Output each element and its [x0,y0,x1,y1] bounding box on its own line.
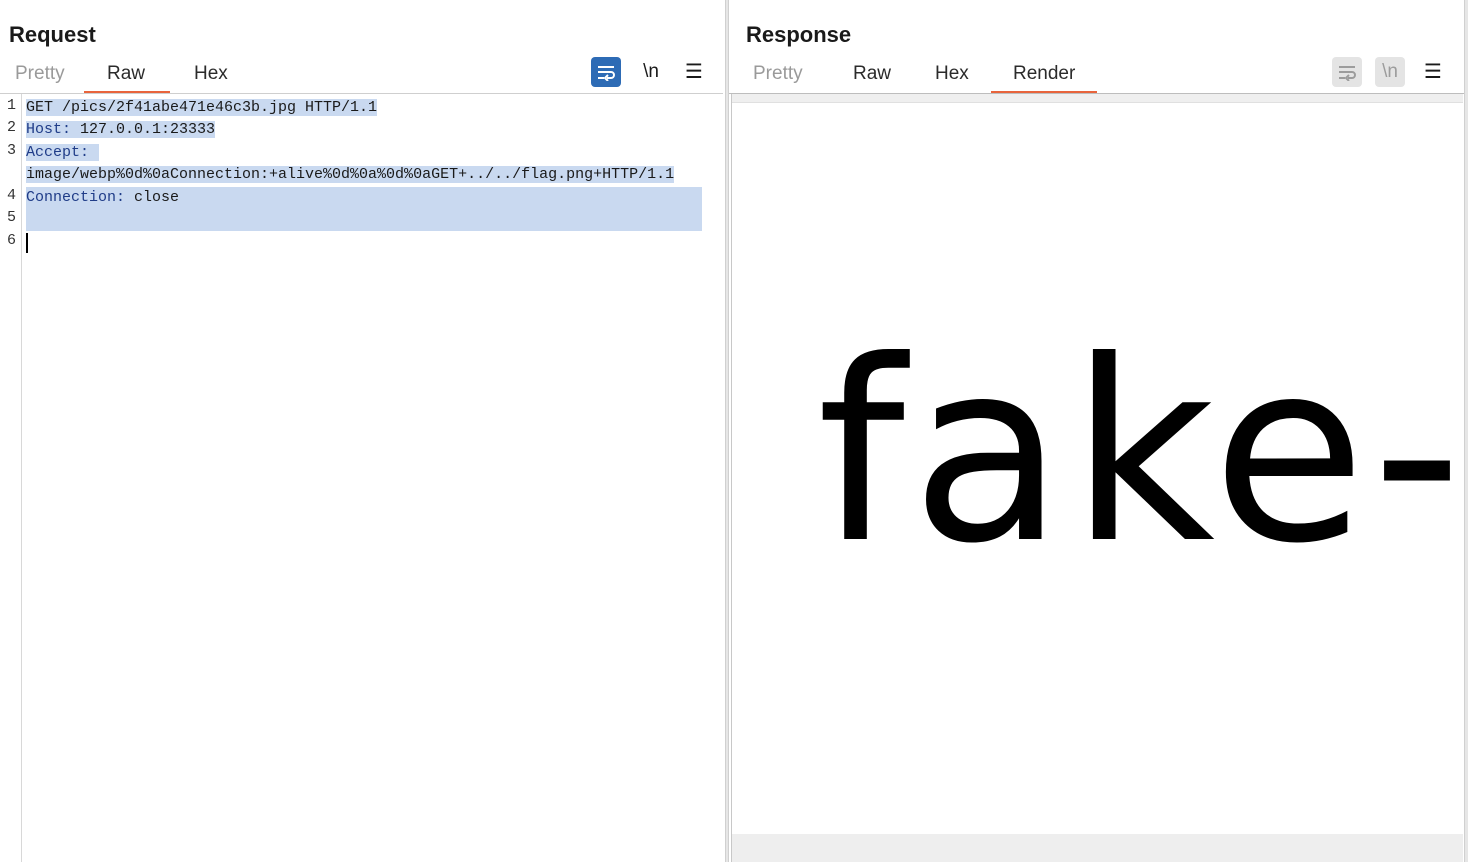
response-tab-render[interactable]: Render [991,60,1097,94]
response-word-wrap-button[interactable] [1332,57,1362,87]
request-line: GET /pics/2f41abe471e46c3b.jpg HTTP/1.1 [26,97,378,119]
line-number: 2 [6,119,16,136]
window-edge [1464,0,1468,862]
hamburger-menu-icon: ☰ [1424,61,1442,83]
response-title: Response [746,22,852,47]
header-value: image/webp%0d%0aConnection:+alive%0d%0a%… [26,166,675,183]
response-render-view: fake- [731,94,1463,862]
line-number: 6 [6,232,16,249]
header-name: Accept: [26,144,90,161]
response-tab-hex[interactable]: Hex [913,60,991,94]
word-wrap-icon [1339,66,1356,81]
request-newline-toggle[interactable]: \n [636,57,666,87]
line-number: 4 [6,187,16,204]
request-tabs: Pretty Raw Hex [0,60,250,94]
line-number: 3 [6,142,16,159]
request-pane: Request Pretty Raw Hex \n ☰ 1 2 3 4 5 6 … [0,0,725,862]
request-line-empty [26,209,702,231]
request-editor[interactable]: 1 2 3 4 5 6 GET /pics/2f41abe471e46c3b.j… [0,94,723,862]
render-top-bar [732,94,1463,103]
request-title: Request [9,22,96,47]
rendered-image-text: fake- [817,307,1462,598]
header-value: close [125,189,180,206]
line-number-gutter: 1 2 3 4 5 6 [0,94,22,862]
render-bottom-bar [732,834,1463,862]
header-name: Connection: [26,189,126,206]
response-menu-button[interactable]: ☰ [1418,57,1448,87]
newline-label: \n [1382,61,1398,82]
request-tab-raw[interactable]: Raw [84,60,170,94]
request-tab-hex[interactable]: Hex [170,60,250,94]
request-line-text: GET /pics/2f41abe471e46c3b.jpg HTTP/1.1 [26,99,378,116]
response-tab-pretty[interactable]: Pretty [737,60,833,94]
text-cursor [26,233,28,253]
request-word-wrap-button[interactable] [591,57,621,87]
request-line: Accept: [26,142,100,164]
line-number: 5 [6,209,16,226]
header-name: Host: [26,121,72,138]
request-line: Host: 127.0.0.1:23333 [26,119,216,141]
response-pane: Response Pretty Raw Hex Render \n ☰ fake… [729,0,1465,862]
response-tabs: Pretty Raw Hex Render [737,60,1097,94]
hamburger-menu-icon: ☰ [685,61,703,83]
request-line: Connection: close [26,187,702,209]
request-menu-button[interactable]: ☰ [679,57,709,87]
request-tab-pretty[interactable]: Pretty [0,60,84,94]
line-number: 1 [6,97,16,114]
response-newline-toggle[interactable]: \n [1375,57,1405,87]
request-line-wrapped: image/webp%0d%0aConnection:+alive%0d%0a%… [26,164,675,186]
response-tab-raw[interactable]: Raw [833,60,913,94]
newline-label: \n [643,61,659,82]
rendered-image: fake- [733,103,1462,834]
header-value: 127.0.0.1:23333 [71,121,216,138]
word-wrap-icon [598,66,615,81]
